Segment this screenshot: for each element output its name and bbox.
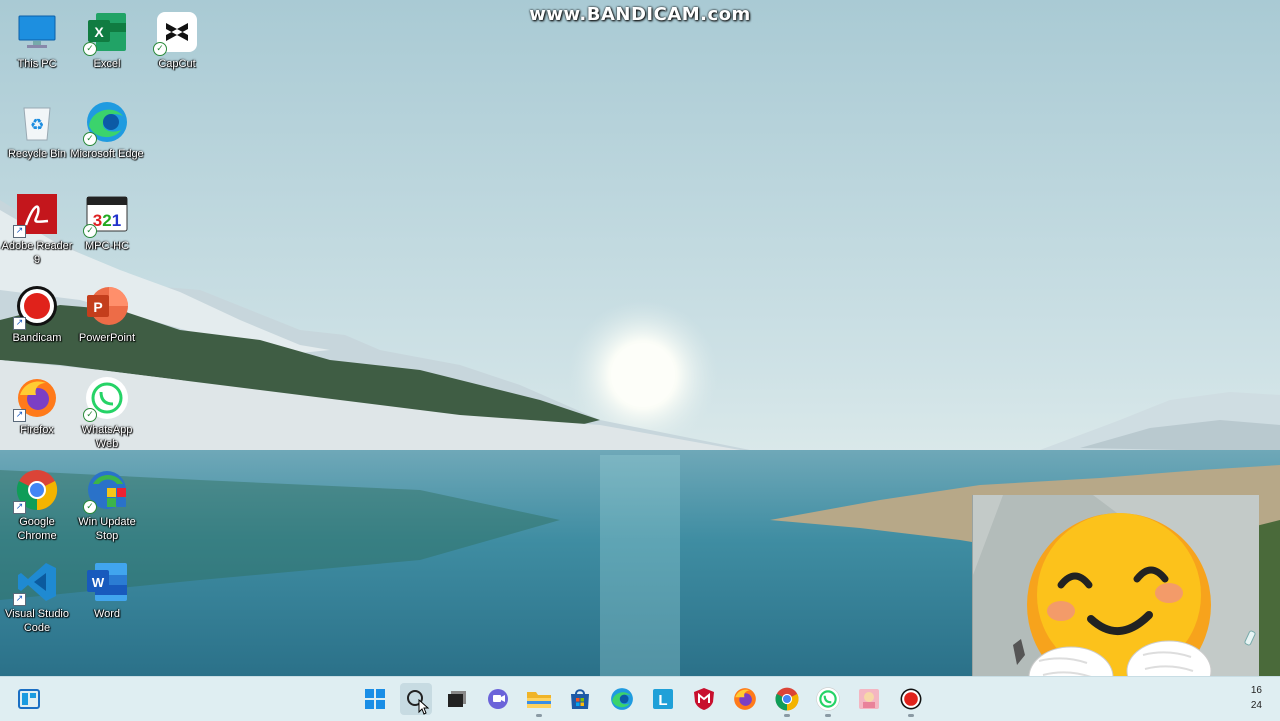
task-view-icon <box>448 691 466 707</box>
whatsapp-icon <box>816 687 840 711</box>
l-app-icon: L <box>653 689 673 709</box>
sync-check-icon: ✓ <box>83 500 97 514</box>
chrome-icon <box>775 687 799 711</box>
sync-check-icon: ✓ <box>83 42 97 56</box>
capcut-icon: ✓ <box>153 10 199 56</box>
edge-icon: ✓ <box>83 100 129 146</box>
firefox-icon <box>734 688 756 710</box>
icon-label: Win Update Stop <box>78 516 136 542</box>
clock-time-partial: 16 <box>1250 685 1262 696</box>
desktop-icon-word[interactable]: W Word <box>70 560 144 621</box>
excel-icon: X ✓ <box>83 10 129 56</box>
icon-label: MPC-HC <box>85 240 129 252</box>
svg-text:L: L <box>658 692 667 709</box>
icon-label: Adobe Reader 9 <box>1 240 73 266</box>
start-icon <box>365 689 385 709</box>
photo-app-button[interactable] <box>853 683 885 715</box>
l-app-button[interactable]: L <box>647 683 679 715</box>
powerpoint-icon: P <box>85 284 129 328</box>
adobe-reader-icon: ↗ <box>13 192 59 238</box>
icon-label: Firefox <box>20 424 54 436</box>
widgets-button[interactable] <box>13 683 45 715</box>
photo-app-icon <box>859 689 879 709</box>
start-button[interactable] <box>359 683 391 715</box>
monitor-icon <box>15 10 59 54</box>
shortcut-arrow-icon: ↗ <box>13 409 26 422</box>
desktop-icon-bandicam[interactable]: ↗ Bandicam <box>0 284 74 345</box>
running-indicator <box>536 714 542 717</box>
desktop-icon-mpc-hc[interactable]: 321 ✓ MPC-HC <box>70 192 144 253</box>
icon-label: PowerPoint <box>78 332 136 344</box>
microsoft-store-button[interactable] <box>564 683 596 715</box>
bandicam-icon <box>900 688 922 710</box>
svg-text:321: 321 <box>93 211 121 230</box>
edge-icon <box>611 688 633 710</box>
icon-label: CapCut <box>158 58 196 70</box>
icon-label: Google Chrome <box>17 516 57 542</box>
desktop-icon-adobe-reader[interactable]: ↗ Adobe Reader 9 <box>0 192 74 267</box>
widgets-icon <box>18 689 40 709</box>
svg-text:W: W <box>92 575 105 590</box>
mpc-hc-icon: 321 ✓ <box>83 192 129 238</box>
icon-label: Visual Studio Code <box>4 608 69 634</box>
taskbar-edge-button[interactable] <box>606 683 638 715</box>
svg-text:P: P <box>93 299 102 315</box>
shortcut-arrow-icon: ↗ <box>13 501 26 514</box>
task-view-button[interactable] <box>441 683 473 715</box>
icon-label: Recycle Bin <box>7 148 67 160</box>
whatsapp-icon: ✓ <box>83 376 129 422</box>
mcafee-icon <box>694 688 714 710</box>
sync-check-icon: ✓ <box>83 132 97 146</box>
mouse-cursor-icon <box>418 699 430 715</box>
desktop-icon-google-chrome[interactable]: ↗ Google Chrome <box>0 468 74 543</box>
desktop-icon-edge[interactable]: ✓ Microsoft Edge <box>70 100 144 161</box>
icon-label: This PC <box>17 58 57 70</box>
shortcut-arrow-icon: ↗ <box>13 317 26 330</box>
vscode-icon: ↗ <box>13 560 59 606</box>
win-update-stop-icon: ✓ <box>83 468 129 514</box>
desktop-icon-capcut[interactable]: ✓ CapCut <box>140 10 214 71</box>
recycle-bin-icon: ♻ <box>15 100 59 144</box>
file-explorer-button[interactable] <box>523 683 555 717</box>
icon-label: Word <box>93 608 121 620</box>
desktop-icon-vscode[interactable]: ↗ Visual Studio Code <box>0 560 74 635</box>
svg-text:♻: ♻ <box>30 115 44 134</box>
desktop-icon-firefox[interactable]: ↗ Firefox <box>0 376 74 437</box>
taskbar-chrome-button[interactable] <box>771 683 803 717</box>
firefox-icon: ↗ <box>13 376 59 422</box>
running-indicator <box>908 714 914 717</box>
desktop-icon-this-pc[interactable]: This PC <box>0 10 74 71</box>
icon-label: WhatsApp Web <box>81 424 133 450</box>
shortcut-arrow-icon: ↗ <box>13 593 26 606</box>
desktop-icon-recycle-bin[interactable]: ♻ Recycle Bin <box>0 100 74 161</box>
desktop-icon-powerpoint[interactable]: P PowerPoint <box>70 284 144 345</box>
mcafee-button[interactable] <box>688 683 720 715</box>
sync-check-icon: ✓ <box>83 408 97 422</box>
desktop-icon-win-update-stop[interactable]: ✓ Win Update Stop <box>70 468 144 543</box>
chrome-icon: ↗ <box>13 468 59 514</box>
taskbar-bandicam-button[interactable] <box>895 683 927 717</box>
taskbar-firefox-button[interactable] <box>729 683 761 715</box>
running-indicator <box>825 714 831 717</box>
clock-date-partial: 24 <box>1250 700 1262 711</box>
microsoft-store-icon <box>571 689 589 709</box>
bandicam-icon: ↗ <box>13 284 59 330</box>
svg-text:X: X <box>94 24 104 40</box>
running-indicator <box>784 714 790 717</box>
sync-check-icon: ✓ <box>153 42 167 56</box>
icon-label: Microsoft Edge <box>70 148 144 160</box>
icon-label: Excel <box>93 58 121 70</box>
teams-chat-icon <box>488 689 508 709</box>
desktop-icon-excel[interactable]: X ✓ Excel <box>70 10 144 71</box>
word-icon: W <box>85 560 129 604</box>
shortcut-arrow-icon: ↗ <box>13 225 26 238</box>
taskbar: L 16 24 <box>0 676 1280 721</box>
search-button[interactable] <box>400 683 432 715</box>
desktop-icon-whatsapp[interactable]: ✓ WhatsApp Web <box>70 376 144 451</box>
taskbar-whatsapp-button[interactable] <box>812 683 844 717</box>
sync-check-icon: ✓ <box>83 224 97 238</box>
teams-chat-button[interactable] <box>482 683 514 715</box>
file-explorer-icon <box>527 692 551 708</box>
icon-label: Bandicam <box>12 332 62 344</box>
